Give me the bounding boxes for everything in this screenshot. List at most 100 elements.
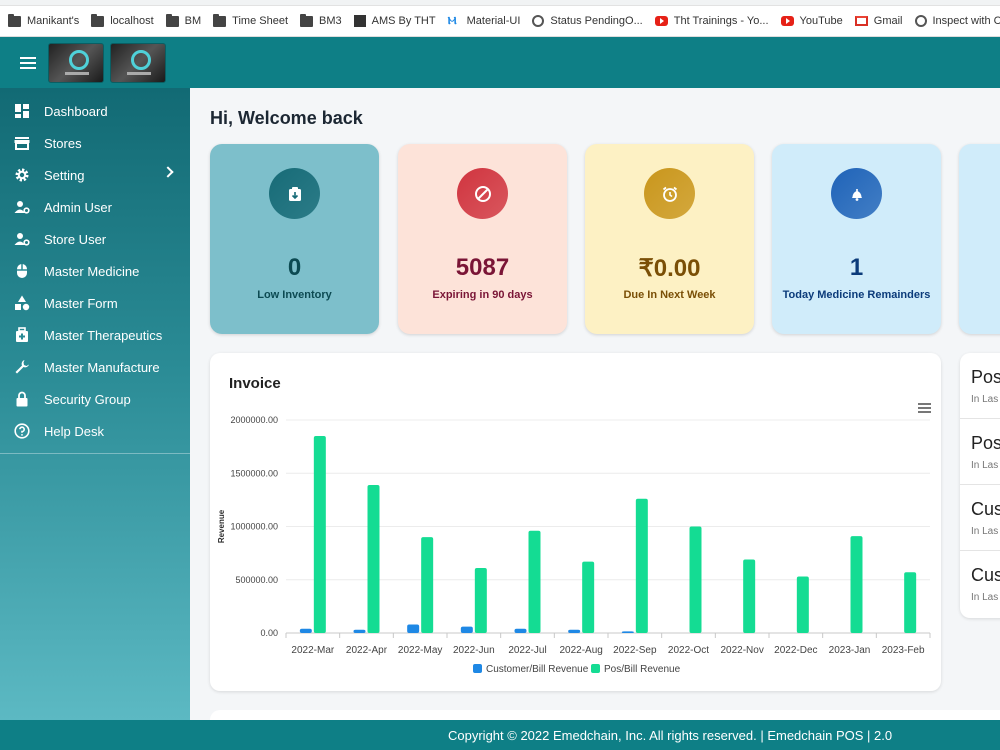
bar-customer-bill[interactable] [621,631,634,633]
ams-icon [353,15,366,27]
bar-pos-bill[interactable] [796,576,809,633]
summary-title: Pos [971,433,1000,453]
sidebar-item-help-desk[interactable]: Help Desk [0,415,190,447]
bar-customer-bill[interactable] [460,626,473,633]
menu-toggle-button[interactable] [20,56,36,69]
x-tick-label: 2022-Jul [508,645,546,656]
summary-item[interactable]: Cus In Las [960,551,1000,617]
stat-card[interactable]: 1 Today Medicine Remainders [772,144,941,334]
bar-pos-bill[interactable] [689,526,702,634]
stat-card[interactable]: 0 Low Inventory [210,144,379,334]
bookmark-label: Status PendingO... [550,15,643,27]
sidebar-item-master-medicine[interactable]: Master Medicine [0,255,190,287]
bookmark-item[interactable]: Status PendingO... [532,15,643,27]
stat-value: 5087 [455,254,510,281]
bar-pos-bill[interactable] [850,536,863,633]
bookmark-item[interactable]: Ⲙ Material-UI [448,15,521,27]
bar-pos-bill[interactable] [474,568,487,633]
sidebar-item-security-group[interactable]: Security Group [0,383,190,415]
bookmark-label: Time Sheet [232,15,288,27]
legend-item[interactable]: Customer/Bill Revenue [473,664,589,675]
bar-pos-bill[interactable] [582,561,595,633]
x-tick-label: 2022-Nov [720,645,763,656]
sidebar-item-label: Help Desk [44,423,104,439]
bookmark-item[interactable]: YouTube [780,15,843,27]
bar-pos-bill[interactable] [743,559,756,633]
page-title: Hi, Welcome back [210,108,363,128]
bar-pos-bill[interactable] [528,530,541,633]
help-icon [14,423,30,439]
bar-customer-bill[interactable] [299,628,312,633]
summary-title: Cus [971,565,1000,585]
sidebar-item-label: Dashboard [44,103,108,119]
bookmark-item[interactable]: BM3 [300,13,342,27]
main-content: Hi, Welcome back 0 Low Inventory 5087 Expir… [190,88,1000,720]
bar-pos-bill[interactable] [367,484,380,633]
bookmark-label: Inspect with Chro... [932,15,1000,27]
gmail-icon [854,16,868,26]
sidebar-item-setting[interactable]: Setting [0,159,190,191]
bar-customer-bill[interactable] [568,629,581,633]
summary-item[interactable]: Pos In Las [960,419,1000,485]
dashboard-icon [14,103,30,119]
sidebar-item-master-manufacture[interactable]: Master Manufacture [0,351,190,383]
bar-pos-bill[interactable] [421,537,434,633]
bar-customer-bill[interactable] [353,629,366,633]
bookmark-item[interactable]: AMS By THT [353,15,436,27]
sidebar-item-stores[interactable]: Stores [0,127,190,159]
bookmarks-bar: Manikant's localhost BM Time Sheet BM3 AMS By… [0,0,1000,37]
stat-label: Today Medicine Remainders [782,289,931,301]
stat-label: Expiring in 90 days [432,289,533,301]
store-icon [14,135,30,151]
store-user-icon [14,231,30,247]
mui-icon: Ⲙ [447,14,457,27]
bookmark-item[interactable]: Gmail [854,15,903,27]
stat-card[interactable]: 5087 Expiring in 90 days [398,144,567,334]
legend-swatch [473,664,482,673]
bookmark-item[interactable]: localhost [91,13,154,27]
sidebar-item-master-therapeutics[interactable]: Master Therapeutics [0,319,190,351]
bookmark-label: YouTube [799,15,843,27]
legend-item[interactable]: Pos/Bill Revenue [591,664,681,675]
bookmark-label: AMS By THT [371,15,436,27]
stat-card-partial[interactable] [959,144,1000,334]
summary-item[interactable]: Pos In Las [960,353,1000,419]
y-tick-label: 1500000.00 [230,468,278,478]
bar-pos-bill[interactable] [313,435,326,633]
sidebar-item-master-form[interactable]: Master Form [0,287,190,319]
bookmark-item[interactable]: Time Sheet [213,13,288,27]
legend-label: Pos/Bill Revenue [604,664,681,675]
summary-item[interactable]: Cus In Las [960,485,1000,551]
x-tick-label: 2022-Dec [774,645,817,656]
sidebar-item-admin-user[interactable]: Admin User [0,191,190,223]
bar-pos-bill[interactable] [635,498,648,633]
bookmark-item[interactable]: BM [165,13,201,27]
brand-logo-secondary[interactable] [110,42,166,83]
brand-logo[interactable] [48,42,104,83]
gear-icon [14,167,30,183]
yt-icon [654,16,668,26]
sidebar-item-label: Master Manufacture [44,359,160,375]
bar-customer-bill[interactable] [514,628,527,633]
summary-list: Pos In Las Pos In Las Cus In Las Cus In Las [960,353,1000,618]
y-axis-label: Revenue [217,509,226,543]
bookmark-item[interactable]: Manikant's [8,13,80,27]
x-tick-label: 2022-May [398,645,442,656]
summary-subtitle: In Las [971,592,999,603]
bookmark-item[interactable]: Tht Trainings - Yo... [654,15,769,27]
sidebar: Dashboard Stores Setting Admin User Store Us… [0,88,190,720]
stat-card[interactable]: ₹0.00 Due In Next Week [585,144,754,334]
sidebar-item-label: Admin User [44,199,112,215]
bookmark-label: Manikant's [27,15,80,27]
summary-title: Cus [971,499,1000,519]
folder-icon [91,13,105,27]
bookmark-item[interactable]: Inspect with Chro... [914,15,1000,27]
sidebar-item-store-user[interactable]: Store User [0,223,190,255]
stat-value: ₹0.00 [638,255,701,282]
x-tick-label: 2022-Aug [559,645,602,656]
bookmark-label: localhost [110,15,154,27]
bell-icon [831,168,882,219]
sidebar-item-dashboard[interactable]: Dashboard [0,95,190,127]
bar-customer-bill[interactable] [407,624,420,633]
bar-pos-bill[interactable] [904,572,917,633]
